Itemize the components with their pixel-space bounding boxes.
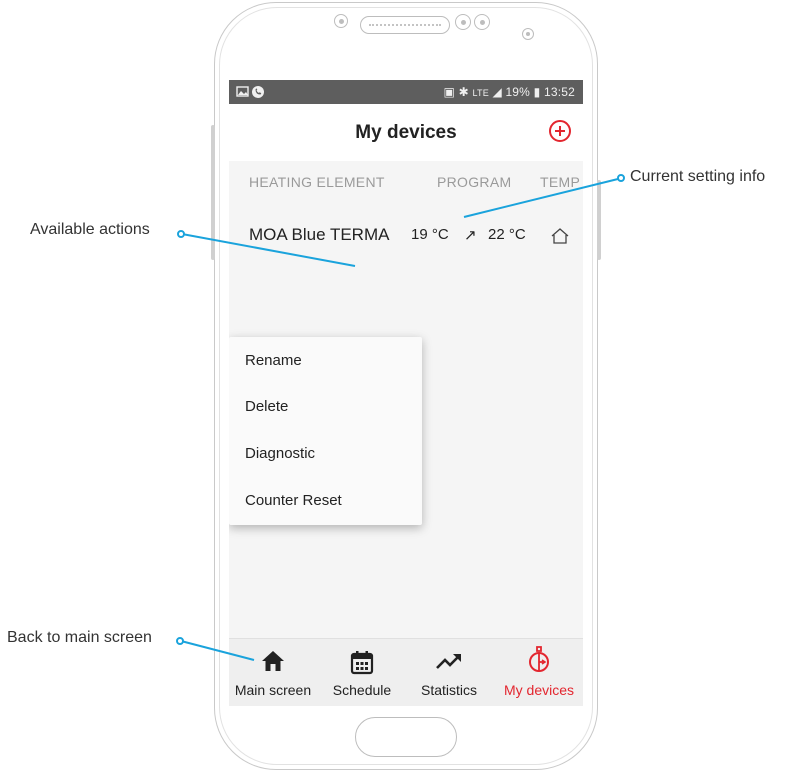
annotation-dot-available-actions [177,230,185,238]
annotation-dot-back-to-main [176,637,184,645]
annotation-dot-current-setting [617,174,625,182]
annotation-available-actions: Available actions [30,221,150,238]
annotation-back-to-main: Back to main screen [7,629,152,646]
annotation-current-setting: Current setting info [630,168,766,185]
annotation-lines [180,177,623,661]
